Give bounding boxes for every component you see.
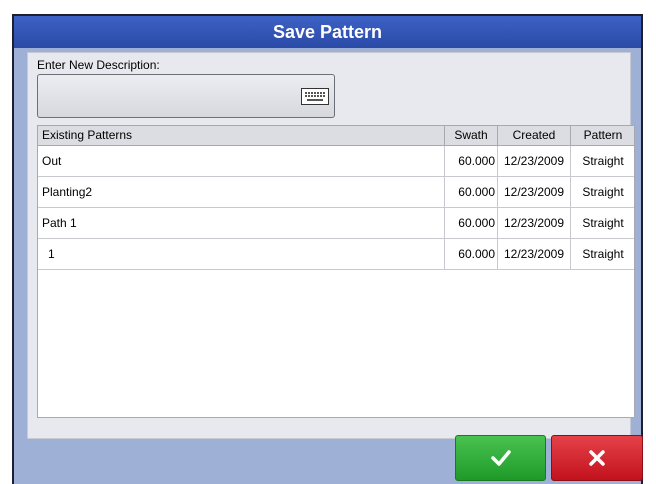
pattern-created: 12/23/2009 [498,239,571,269]
pattern-type: Straight [582,154,624,168]
pattern-name: 1 [38,239,445,269]
pattern-swath: 60.000 [445,146,498,176]
table-row[interactable]: Out 60.000 12/23/2009 Straight [38,146,634,177]
pattern-name: Path 1 [38,208,445,238]
keyboard-icon[interactable] [301,88,329,105]
save-pattern-dialog: Save Pattern Enter New Description: Exis… [12,14,643,484]
pattern-type: Straight [582,216,624,230]
header-pattern[interactable]: Pattern [571,126,635,145]
description-input[interactable] [37,74,335,118]
pattern-created: 12/23/2009 [498,146,571,176]
header-created[interactable]: Created [498,126,571,145]
pattern-swath: 60.000 [445,208,498,238]
cancel-button[interactable] [551,435,643,481]
header-existing-patterns[interactable]: Existing Patterns [38,126,445,145]
pattern-created: 12/23/2009 [498,208,571,238]
pattern-type: Straight [582,185,624,199]
pattern-swath: 60.000 [445,239,498,269]
table-header: Existing Patterns Swath Created Pattern [38,126,634,146]
description-label: Enter New Description: [37,58,160,72]
ok-button[interactable] [455,435,546,481]
table-row[interactable]: 1 60.000 12/23/2009 Straight [38,239,634,270]
header-swath[interactable]: Swath [445,126,498,145]
pattern-type: Straight [582,247,624,261]
pattern-created: 12/23/2009 [498,177,571,207]
pattern-name: Planting2 [38,177,445,207]
pattern-swath: 60.000 [445,177,498,207]
x-icon [589,450,605,466]
checkmark-icon [490,450,511,466]
dialog-panel: Enter New Description: Existing Patterns… [27,52,635,439]
existing-patterns-table: Existing Patterns Swath Created Pattern … [37,125,635,418]
dialog-title: Save Pattern [14,16,641,48]
table-row[interactable]: Path 1 60.000 12/23/2009 Straight [38,208,634,239]
table-row[interactable]: Planting2 60.000 12/23/2009 Straight [38,177,634,208]
pattern-name: Out [38,146,445,176]
